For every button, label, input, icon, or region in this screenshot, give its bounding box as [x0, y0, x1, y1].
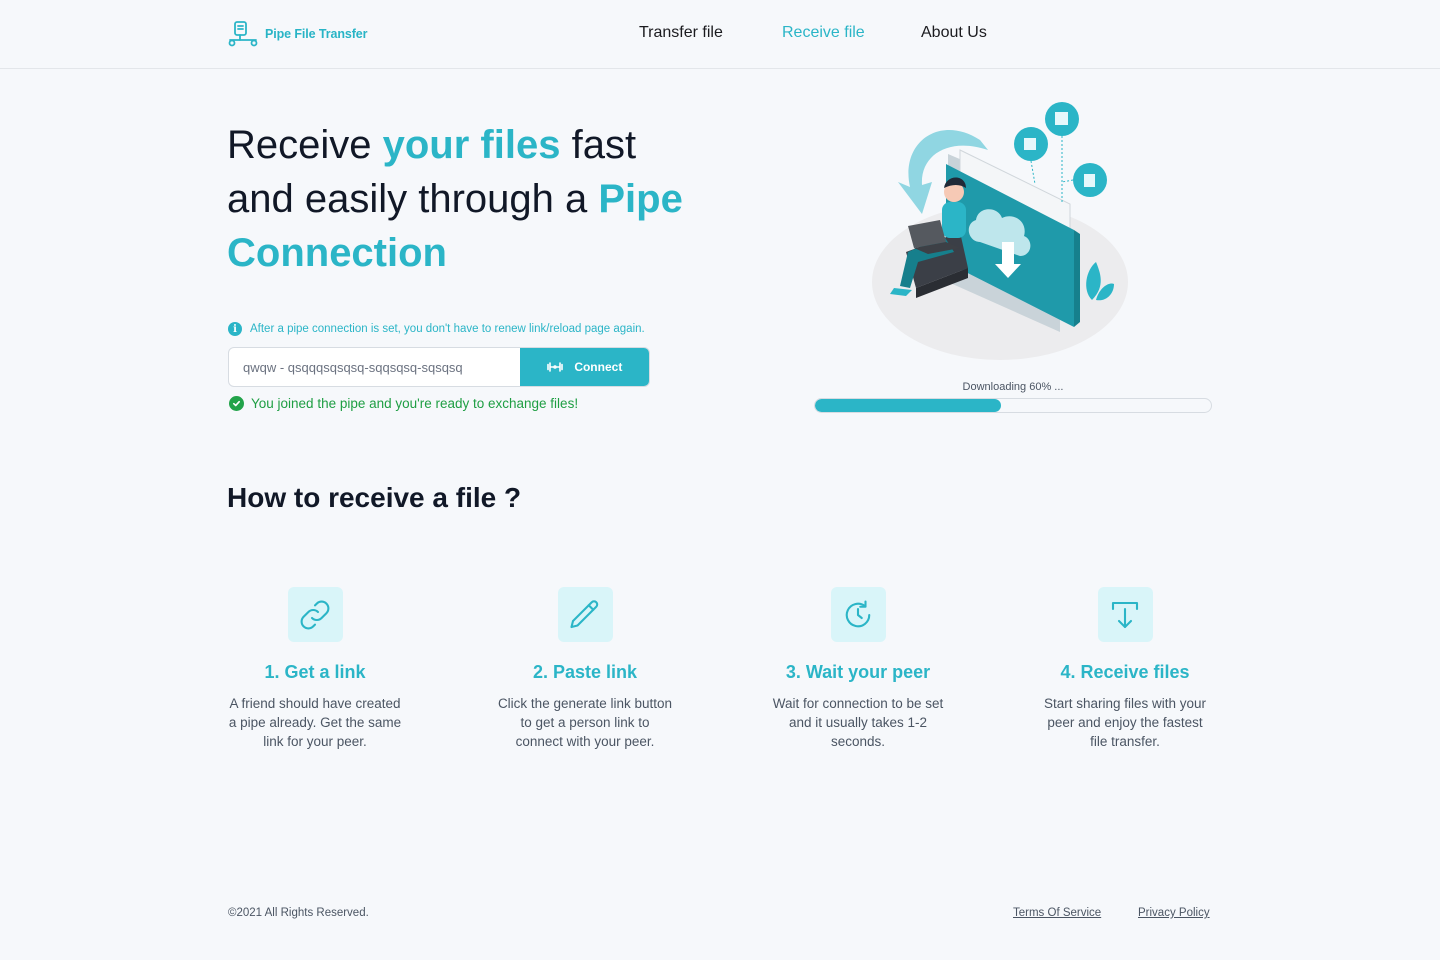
step-description: Click the generate link button to get a …	[497, 696, 673, 749]
pipe-connect-icon	[547, 362, 564, 372]
step-icon-box	[1097, 587, 1153, 642]
info-icon: i	[228, 322, 242, 336]
hero-title-part1: Receive	[227, 123, 383, 167]
download-progress-bar	[814, 398, 1212, 413]
download-progress-label: Downloading 60% ...	[962, 381, 1064, 393]
logo-text: Pipe File Transfer	[265, 27, 368, 41]
download-progress-fill	[815, 399, 1002, 412]
step-receive-files: 4. Receive files Start sharing files wit…	[1025, 587, 1225, 751]
pipe-link-input[interactable]	[229, 348, 520, 386]
nav-receive-file[interactable]: Receive file	[782, 24, 865, 42]
step-description: A friend should have created a pipe alre…	[228, 696, 402, 749]
step-title: 4. Receive files	[1060, 662, 1190, 682]
pipe-logo-icon	[228, 21, 258, 47]
step-title: 3. Wait your peer	[785, 662, 931, 682]
receive-files-illustration	[872, 102, 1128, 360]
check-circle-icon	[229, 396, 244, 411]
nav-about-us[interactable]: About Us	[921, 24, 987, 42]
step-icon-box	[287, 587, 343, 642]
step-title: 1. Get a link	[264, 662, 366, 682]
connect-button[interactable]: Connect	[519, 348, 649, 386]
step-paste-link: 2. Paste link Click the generate link bu…	[485, 587, 685, 751]
step-description: Start sharing files with your peer and e…	[1043, 696, 1207, 749]
info-text: After a pipe connection is set, you don'…	[250, 323, 645, 335]
download-tray-icon	[1111, 601, 1139, 628]
step-description: Wait for connection to be set and it usu…	[772, 696, 944, 749]
info-notice: i After a pipe connection is set, you do…	[228, 322, 645, 336]
terms-of-service-link[interactable]: Terms Of Service	[1013, 907, 1101, 919]
site-header: Pipe File Transfer Transfer file Receive…	[0, 0, 1440, 69]
nav-transfer-file[interactable]: Transfer file	[639, 24, 723, 42]
privacy-policy-link[interactable]: Privacy Policy	[1138, 907, 1210, 919]
connect-button-label: Connect	[574, 360, 623, 374]
pencil-icon	[570, 599, 599, 628]
success-text: You joined the pipe and you're ready to …	[251, 396, 579, 411]
copyright-text: ©2021 All Rights Reserved.	[228, 907, 369, 919]
folder-side	[1074, 230, 1080, 327]
person-torso	[942, 202, 966, 238]
link-icon	[300, 600, 330, 629]
how-to-title: How to receive a file ?	[227, 482, 522, 513]
clock-refresh-icon	[845, 599, 871, 627]
success-message: You joined the pipe and you're ready to …	[229, 396, 578, 411]
hero-title: Receive your files fast and easily throu…	[227, 118, 687, 280]
connect-form: Connect	[228, 347, 650, 387]
step-get-link: 1. Get a link A friend should have creat…	[215, 587, 415, 751]
step-wait-peer: 3. Wait your peer Wait for connection to…	[758, 587, 958, 751]
step-icon-box	[830, 587, 886, 642]
step-icon-box	[557, 587, 613, 642]
step-title: 2. Paste link	[532, 662, 638, 682]
logo[interactable]: Pipe File Transfer	[227, 19, 368, 49]
hero-title-accent1: your files	[382, 123, 561, 167]
